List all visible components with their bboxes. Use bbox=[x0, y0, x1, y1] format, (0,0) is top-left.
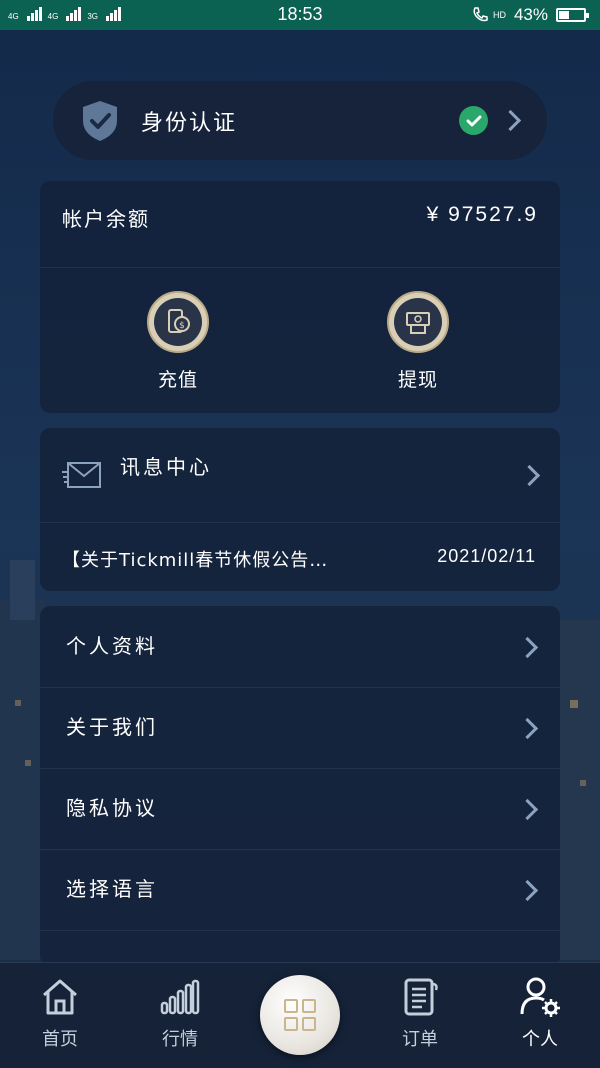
bottom-tab-bar: 首页 行情 订单 个人 bbox=[0, 962, 600, 1068]
tab-orders[interactable]: 订单 bbox=[370, 975, 470, 1051]
grid-menu-icon bbox=[284, 999, 316, 1031]
account-card: 帐户余额 ¥ 97527.9 $ 充值 提现 bbox=[40, 181, 560, 413]
withdraw-label: 提现 bbox=[397, 369, 438, 391]
chevron-right-icon bbox=[499, 109, 522, 132]
chevron-right-icon bbox=[516, 636, 539, 659]
tab-label: 订单 bbox=[402, 1029, 438, 1050]
menu-item-language[interactable]: 选择语言 bbox=[40, 849, 560, 931]
chevron-right-icon bbox=[516, 798, 539, 821]
deposit-coin-phone-icon: $ bbox=[147, 291, 209, 353]
chevron-right-icon bbox=[516, 717, 539, 740]
battery-percent: 43% bbox=[513, 5, 548, 24]
tab-market[interactable]: 行情 bbox=[130, 975, 230, 1051]
tab-home[interactable]: 首页 bbox=[10, 975, 110, 1051]
menu-item-label: 隐私协议 bbox=[66, 796, 158, 820]
settings-menu-card: 个人资料 关于我们 隐私协议 选择语言 bbox=[40, 606, 560, 966]
chevron-right-icon bbox=[516, 879, 539, 902]
latest-notice-date: 2021/02/11 bbox=[437, 546, 536, 566]
message-center-card: 讯息中心 【关于Tickmill春节休假公告… 2021/02/11 bbox=[40, 428, 560, 591]
market-chart-icon bbox=[160, 979, 200, 1015]
tab-label: 行情 bbox=[162, 1029, 198, 1050]
envelope-icon bbox=[62, 462, 101, 488]
menu-item-privacy[interactable]: 隐私协议 bbox=[40, 768, 560, 850]
order-document-icon bbox=[404, 978, 438, 1016]
balance-value: ¥ 97527.9 bbox=[426, 203, 538, 226]
menu-item-about-us[interactable]: 关于我们 bbox=[40, 687, 560, 769]
withdraw-button[interactable]: 提现 bbox=[358, 291, 478, 392]
hd-call-icon: HD bbox=[471, 6, 506, 24]
hd-label: HD bbox=[492, 10, 506, 20]
withdraw-cash-icon bbox=[387, 291, 449, 353]
tab-label: 个人 bbox=[522, 1029, 558, 1050]
center-menu-button[interactable] bbox=[260, 975, 340, 1055]
verified-check-icon bbox=[459, 106, 488, 135]
status-bar: 4G 4G 3G 18:53 HD 43% bbox=[0, 0, 600, 30]
svg-text:$: $ bbox=[179, 321, 185, 331]
message-center-title: 讯息中心 bbox=[120, 455, 212, 479]
identity-label: 身份认证 bbox=[141, 111, 238, 136]
menu-item-label: 选择语言 bbox=[66, 877, 158, 901]
tab-label: 首页 bbox=[42, 1029, 78, 1050]
balance-label: 帐户余额 bbox=[62, 207, 150, 231]
user-settings-icon bbox=[520, 977, 560, 1017]
identity-verification-row[interactable]: 身份认证 bbox=[53, 81, 547, 160]
menu-item-label: 关于我们 bbox=[66, 715, 158, 739]
balance-row: 帐户余额 ¥ 97527.9 bbox=[40, 181, 560, 268]
menu-item-profile[interactable]: 个人资料 bbox=[40, 606, 560, 688]
tab-profile[interactable]: 个人 bbox=[490, 975, 590, 1051]
latest-notice[interactable]: 【关于Tickmill春节休假公告… bbox=[62, 546, 362, 572]
shield-check-icon bbox=[83, 101, 117, 141]
deposit-button[interactable]: $ 充值 bbox=[118, 291, 238, 392]
chevron-right-icon bbox=[518, 464, 541, 487]
battery-icon bbox=[556, 8, 589, 22]
deposit-label: 充值 bbox=[157, 369, 198, 391]
menu-item-label: 个人资料 bbox=[66, 634, 158, 658]
home-icon bbox=[43, 979, 77, 1015]
message-center-row[interactable]: 讯息中心 bbox=[40, 428, 560, 523]
